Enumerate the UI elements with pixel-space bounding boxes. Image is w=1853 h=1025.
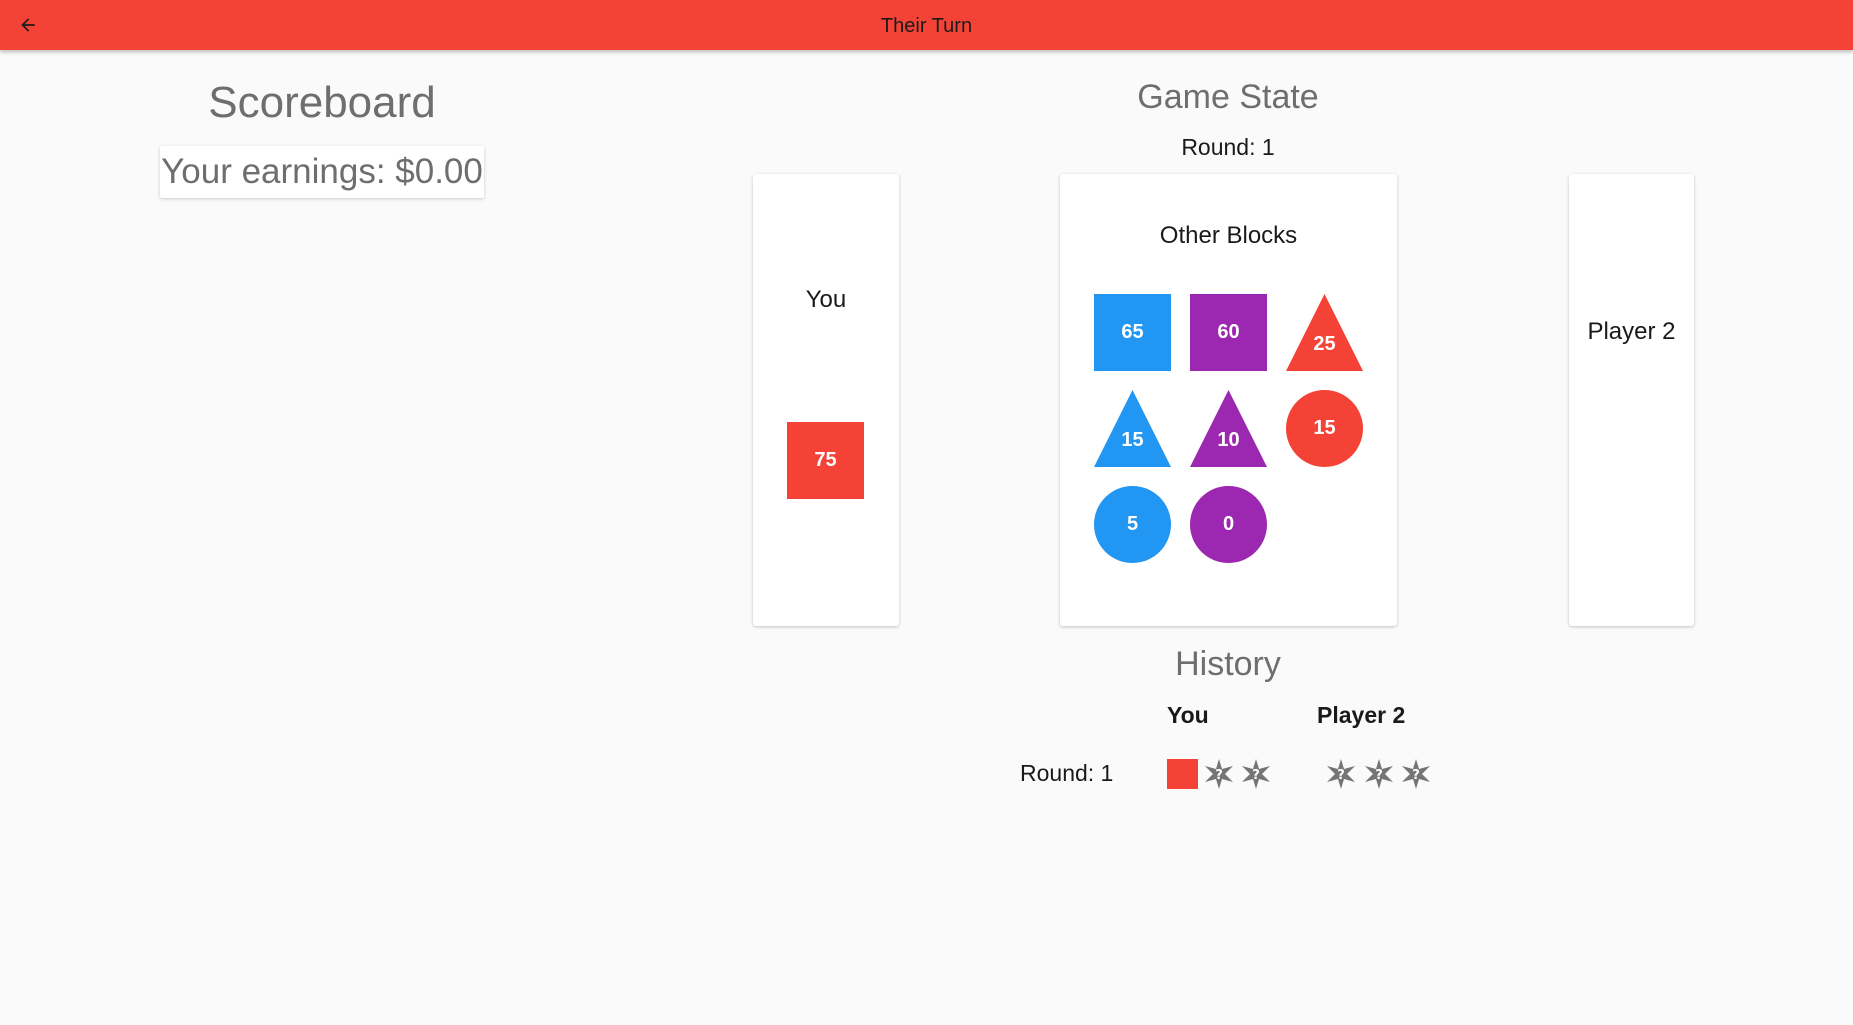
block-value: 5 [1126,513,1139,535]
svg-text:?: ? [1375,768,1383,783]
page-title: Their Turn [880,15,973,37]
game-state-title: Game State [1137,78,1319,116]
round-label: Round: 1 [1181,134,1275,160]
history-header-you: You [1167,702,1209,728]
hidden-block-icon: ? [1327,759,1355,789]
block-circle-blue[interactable]: 5 [1094,486,1171,563]
hidden-block-icon: ? [1365,759,1393,789]
history-round-label: Round: 1 [1020,760,1114,786]
block-value: 65 [1121,321,1144,343]
other-blocks-title: Other Blocks [1159,222,1298,249]
scoreboard-title: Scoreboard [208,78,436,127]
hidden-block-icon: ? [1402,759,1430,789]
block-square-purple[interactable]: 60 [1190,294,1267,371]
earnings-display: Your earnings: $0.00 [160,146,484,198]
block-value: 0 [1222,513,1235,535]
block-square-blue[interactable]: 65 [1094,294,1171,371]
player2-label: Player 2 [1587,318,1676,345]
svg-text:?: ? [1215,768,1223,783]
block-value: 25 [1313,333,1336,355]
you-label: You [805,286,847,313]
block-triangle-red[interactable]: 25 [1286,294,1363,371]
block-value: 15 [1121,429,1144,451]
block-value: 15 [1313,417,1336,439]
app-bar: Their Turn [0,0,1853,50]
svg-text:?: ? [1412,768,1420,783]
block-value: 60 [1217,321,1240,343]
history-title: History [1175,645,1281,683]
player2-card: Player 2 [1569,174,1694,626]
other-blocks-card: Other Blocks 65 60 25 15 10 15 5 0 [1060,174,1397,626]
block-triangle-blue[interactable]: 15 [1094,390,1171,467]
svg-text:?: ? [1337,768,1345,783]
block-value: 75 [814,449,837,471]
block-value: 10 [1217,429,1240,451]
history-you-block-red-square [1167,759,1198,789]
hidden-block-icon: ? [1205,759,1233,789]
block-triangle-purple[interactable]: 10 [1190,390,1267,467]
block-circle-purple[interactable]: 0 [1190,486,1267,563]
block-circle-red[interactable]: 15 [1286,390,1363,467]
history-header-player2: Player 2 [1317,702,1406,728]
you-card: You 75 [753,174,899,626]
hidden-block-icon: ? [1242,759,1270,789]
svg-text:?: ? [1252,768,1260,783]
you-block-square[interactable]: 75 [787,422,864,499]
